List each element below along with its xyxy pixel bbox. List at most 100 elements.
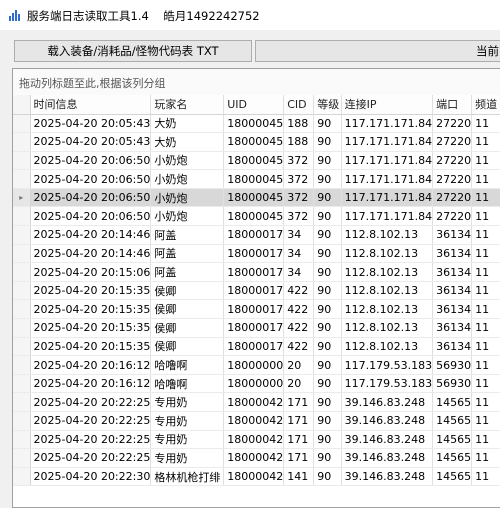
- cell-ip[interactable]: 39.146.83.248: [341, 411, 434, 431]
- cell-port[interactable]: 14565: [432, 392, 473, 412]
- cell-ip[interactable]: 117.179.53.183: [341, 355, 434, 375]
- table-row[interactable]: 2025-04-20 20:14:46 阿盖 18000017 34 90 112.8.1…: [13, 225, 500, 245]
- cell-time[interactable]: 2025-04-20 20:16:12: [30, 355, 152, 375]
- column-header-level[interactable]: 等级: [313, 95, 342, 115]
- cell-uid[interactable]: 18000017: [223, 337, 285, 357]
- cell-port[interactable]: 27220: [432, 188, 473, 208]
- table-row[interactable]: 2025-04-20 20:14:46 阿盖 18000017 34 90 112.8.1…: [13, 244, 500, 264]
- cell-time[interactable]: 2025-04-20 20:15:35: [30, 318, 152, 338]
- cell-player-name[interactable]: 大奶: [150, 114, 225, 134]
- cell-channel[interactable]: 11: [471, 151, 500, 171]
- row-indicator[interactable]: [13, 355, 31, 375]
- cell-player-name[interactable]: 小奶炮: [150, 151, 225, 171]
- cell-uid[interactable]: 18000045: [223, 169, 285, 189]
- cell-cid[interactable]: 171: [283, 448, 315, 468]
- cell-port[interactable]: 36134: [432, 225, 473, 245]
- table-row[interactable]: 2025-04-20 20:22:30 格林机枪打绯 18000042 141 90 39…: [13, 467, 500, 487]
- cell-time[interactable]: 2025-04-20 20:22:30: [30, 467, 152, 487]
- cell-cid[interactable]: 34: [283, 244, 315, 264]
- cell-uid[interactable]: 18000042: [223, 467, 285, 487]
- cell-cid[interactable]: 372: [283, 188, 315, 208]
- row-indicator[interactable]: [13, 448, 31, 468]
- cell-time[interactable]: 2025-04-20 20:22:25: [30, 411, 152, 431]
- cell-player-name[interactable]: 阿盖: [150, 225, 225, 245]
- cell-uid[interactable]: 18000017: [223, 281, 285, 301]
- cell-time[interactable]: 2025-04-20 20:22:25: [30, 430, 152, 450]
- row-indicator[interactable]: [13, 430, 31, 450]
- cell-player-name[interactable]: 哈噜啊: [150, 374, 225, 394]
- cell-port[interactable]: 56930: [432, 355, 473, 375]
- cell-uid[interactable]: 18000045: [223, 132, 285, 152]
- cell-uid[interactable]: 18000042: [223, 392, 285, 412]
- current-row-indicator-icon[interactable]: ▸: [13, 188, 31, 208]
- column-header-port[interactable]: 端口: [432, 95, 473, 115]
- cell-cid[interactable]: 422: [283, 299, 315, 320]
- cell-channel[interactable]: 11: [471, 448, 500, 468]
- column-header-ip[interactable]: 连接IP: [341, 95, 434, 115]
- cell-time[interactable]: 2025-04-20 20:06:50: [30, 169, 152, 189]
- cell-ip[interactable]: 112.8.102.13: [341, 225, 434, 245]
- cell-channel[interactable]: 11: [471, 262, 500, 282]
- cell-level[interactable]: 90: [313, 392, 342, 412]
- cell-uid[interactable]: 18000017: [223, 244, 285, 264]
- cell-port[interactable]: 14565: [432, 430, 473, 450]
- cell-channel[interactable]: 11: [471, 392, 500, 412]
- cell-ip[interactable]: 117.171.171.84: [341, 169, 434, 189]
- cell-channel[interactable]: 11: [471, 337, 500, 357]
- table-row[interactable]: 2025-04-20 20:15:35 侯卿 18000017 422 90 112.8.…: [13, 281, 500, 301]
- column-header-uid[interactable]: UID: [223, 95, 285, 115]
- table-row[interactable]: 2025-04-20 20:06:50 小奶炮 18000045 372 90 117.1…: [13, 169, 500, 189]
- table-row[interactable]: 2025-04-20 20:05:43 大奶 18000045 188 90 117.17…: [13, 132, 500, 152]
- cell-channel[interactable]: 11: [471, 318, 500, 338]
- row-indicator[interactable]: [13, 225, 31, 245]
- row-indicator[interactable]: [13, 244, 31, 264]
- cell-port[interactable]: 36134: [432, 299, 473, 320]
- cell-channel[interactable]: 11: [471, 206, 500, 227]
- cell-ip[interactable]: 117.171.171.84: [341, 114, 434, 134]
- cell-uid[interactable]: 18000017: [223, 318, 285, 338]
- cell-channel[interactable]: 11: [471, 132, 500, 152]
- cell-port[interactable]: 36134: [432, 318, 473, 338]
- table-row[interactable]: 2025-04-20 20:22:25 专用奶 18000042 171 90 39.14…: [13, 430, 500, 450]
- cell-port[interactable]: 27220: [432, 114, 473, 134]
- cell-player-name[interactable]: 侯卿: [150, 299, 225, 320]
- cell-player-name[interactable]: 侯卿: [150, 318, 225, 338]
- cell-uid[interactable]: 18000017: [223, 225, 285, 245]
- cell-channel[interactable]: 11: [471, 430, 500, 450]
- cell-port[interactable]: 56930: [432, 374, 473, 394]
- cell-uid[interactable]: 18000045: [223, 206, 285, 227]
- cell-cid[interactable]: 422: [283, 318, 315, 338]
- cell-cid[interactable]: 372: [283, 169, 315, 189]
- row-indicator[interactable]: [13, 281, 31, 301]
- column-header-cid[interactable]: CID: [283, 95, 315, 115]
- cell-ip[interactable]: 117.171.171.84: [341, 206, 434, 227]
- cell-ip[interactable]: 112.8.102.13: [341, 318, 434, 338]
- cell-level[interactable]: 90: [313, 188, 342, 208]
- table-row[interactable]: 2025-04-20 20:22:25 专用奶 18000042 171 90 39.14…: [13, 448, 500, 468]
- cell-ip[interactable]: 112.8.102.13: [341, 281, 434, 301]
- cell-channel[interactable]: 11: [471, 467, 500, 487]
- cell-ip[interactable]: 39.146.83.248: [341, 430, 434, 450]
- cell-level[interactable]: 90: [313, 281, 342, 301]
- cell-cid[interactable]: 171: [283, 411, 315, 431]
- row-indicator[interactable]: [13, 132, 31, 152]
- table-row[interactable]: 2025-04-20 20:22:25 专用奶 18000042 171 90 39.14…: [13, 392, 500, 412]
- cell-player-name[interactable]: 阿盖: [150, 244, 225, 264]
- cell-channel[interactable]: 11: [471, 225, 500, 245]
- cell-port[interactable]: 14565: [432, 411, 473, 431]
- cell-level[interactable]: 90: [313, 169, 342, 189]
- table-row[interactable]: 2025-04-20 20:05:43 大奶 18000045 188 90 117.17…: [13, 114, 500, 134]
- cell-player-name[interactable]: 小奶炮: [150, 206, 225, 227]
- cell-time[interactable]: 2025-04-20 20:16:12: [30, 374, 152, 394]
- cell-cid[interactable]: 34: [283, 225, 315, 245]
- cell-level[interactable]: 90: [313, 430, 342, 450]
- cell-level[interactable]: 90: [313, 467, 342, 487]
- cell-cid[interactable]: 171: [283, 430, 315, 450]
- table-row[interactable]: 2025-04-20 20:06:50 小奶炮 18000045 372 90 117.1…: [13, 151, 500, 171]
- cell-channel[interactable]: 11: [471, 169, 500, 189]
- cell-ip[interactable]: 112.8.102.13: [341, 262, 434, 282]
- cell-level[interactable]: 90: [313, 262, 342, 282]
- cell-ip[interactable]: 39.146.83.248: [341, 392, 434, 412]
- table-row[interactable]: 2025-04-20 20:16:12 哈噜啊 18000000 20 90 117.17…: [13, 355, 500, 375]
- cell-uid[interactable]: 18000045: [223, 188, 285, 208]
